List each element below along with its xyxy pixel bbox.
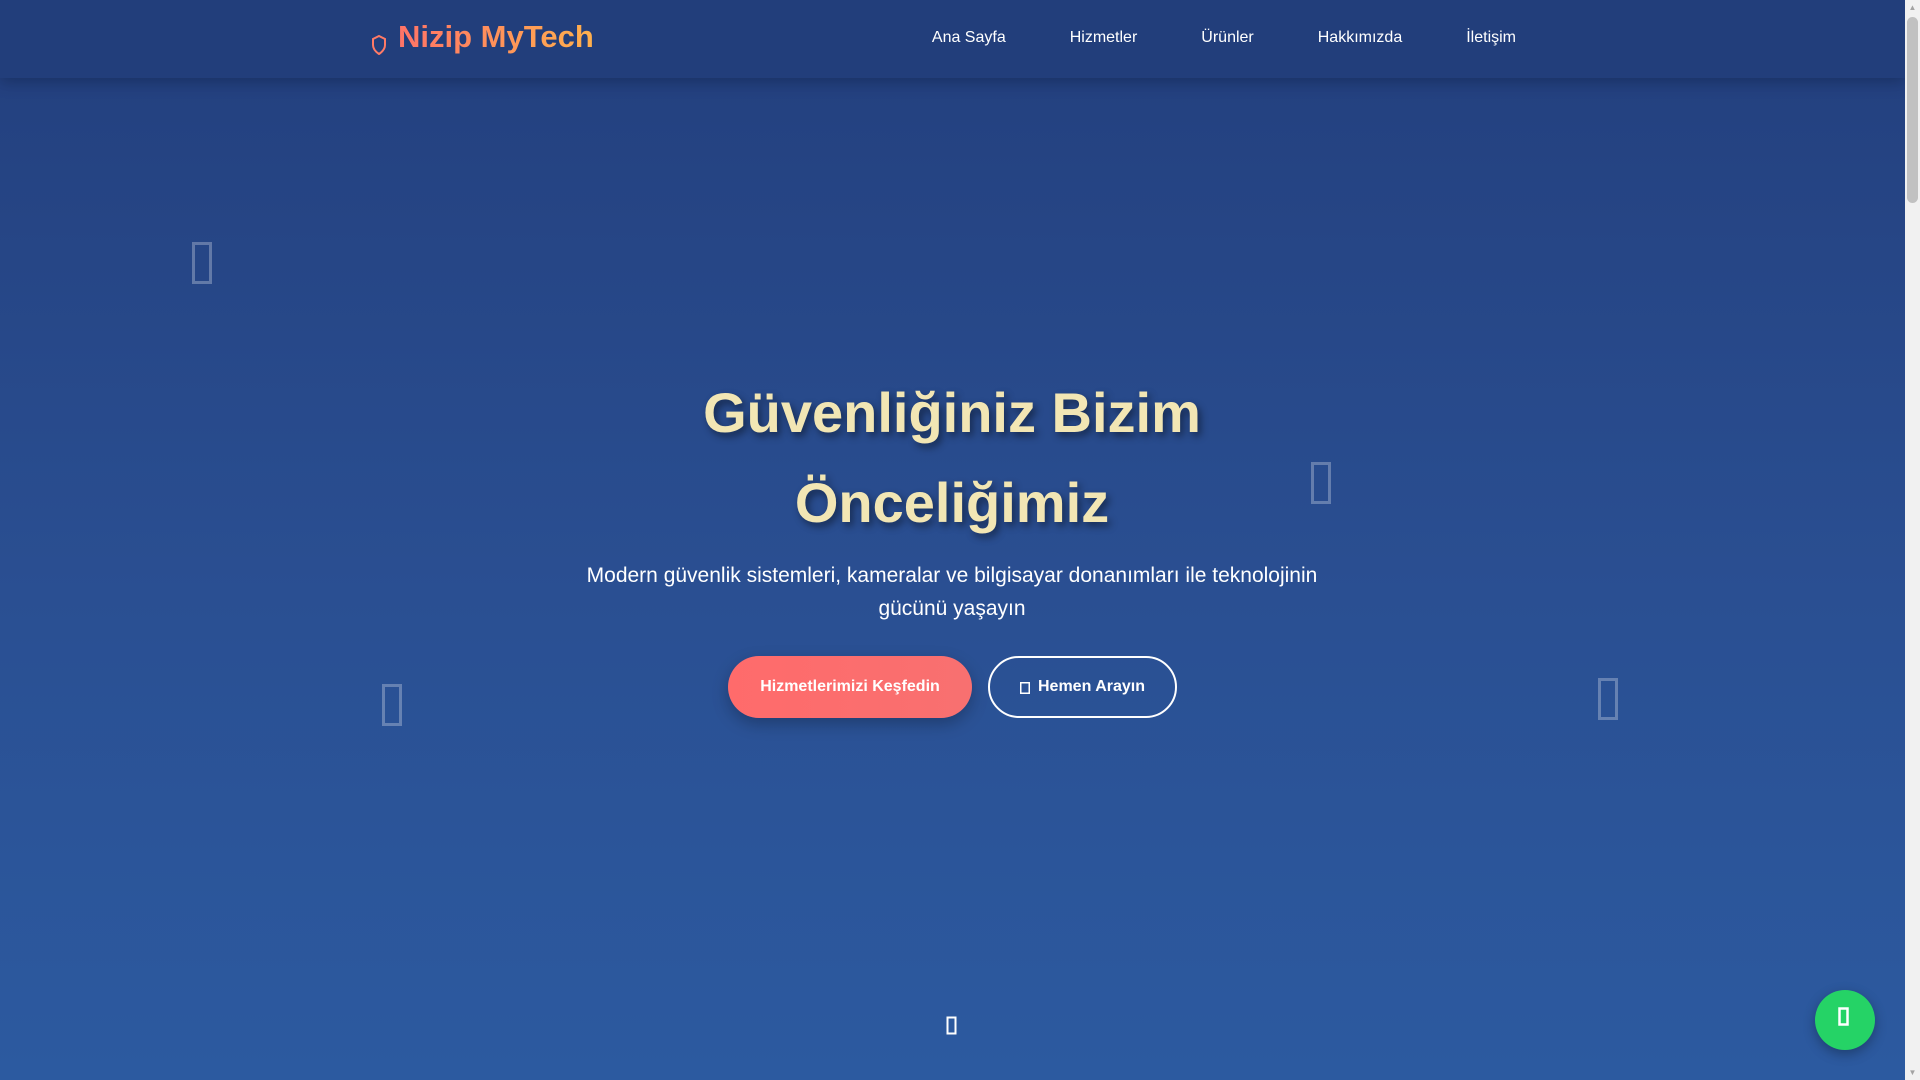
nav-services[interactable]: Hizmetler xyxy=(1070,29,1138,47)
hero-subtitle: Modern güvenlik sistemleri, kameralar ve… xyxy=(552,559,1352,625)
floating-icon xyxy=(192,242,212,284)
logo-text: Nizip MyTech xyxy=(398,19,594,54)
nav-about[interactable]: Hakkımızda xyxy=(1318,29,1402,47)
main-nav: Ana Sayfa Hizmetler Ürünler Hakkımızda İ… xyxy=(932,29,1516,47)
hero-title-line-2: Önceliğimiz xyxy=(794,471,1110,534)
hero-subtitle-line-1: Modern güvenlik sistemleri, kameralar ve… xyxy=(586,564,1318,587)
shield-icon xyxy=(372,27,386,56)
phone-icon xyxy=(1020,681,1030,694)
page: Nizip MyTech Ana Sayfa Hizmetler Ürünler… xyxy=(0,0,1905,1080)
whatsapp-icon xyxy=(1838,1006,1852,1034)
nav-contact[interactable]: İletişim xyxy=(1466,29,1516,47)
scrollbar-thumb[interactable] xyxy=(1907,17,1918,203)
call-now-button[interactable]: Hemen Arayın xyxy=(988,656,1177,718)
nav-products[interactable]: Ürünler xyxy=(1201,29,1253,47)
floating-icon xyxy=(382,684,402,726)
nav-home[interactable]: Ana Sayfa xyxy=(932,29,1006,47)
scroll-down-icon[interactable] xyxy=(946,1016,960,1038)
hero-title: Güvenliğiniz Bizim Önceliğimiz xyxy=(552,368,1352,548)
call-now-label: Hemen Arayın xyxy=(1038,678,1145,695)
page-scrollbar[interactable]: ▲ ▼ xyxy=(1905,0,1920,1080)
site-logo[interactable]: Nizip MyTech xyxy=(372,19,594,56)
hero-subtitle-line-2: gücünü yaşayın xyxy=(878,597,1026,620)
scroll-down-arrow-icon[interactable]: ▼ xyxy=(1905,1065,1920,1080)
floating-icon xyxy=(1598,678,1618,720)
site-header: Nizip MyTech Ana Sayfa Hizmetler Ürünler… xyxy=(0,0,1905,78)
whatsapp-button[interactable] xyxy=(1815,990,1875,1050)
hero-title-line-1: Güvenliğiniz Bizim xyxy=(703,381,1201,444)
explore-services-button[interactable]: Hizmetlerimizi Keşfedin xyxy=(728,656,972,718)
scroll-up-arrow-icon[interactable]: ▲ xyxy=(1905,0,1920,15)
